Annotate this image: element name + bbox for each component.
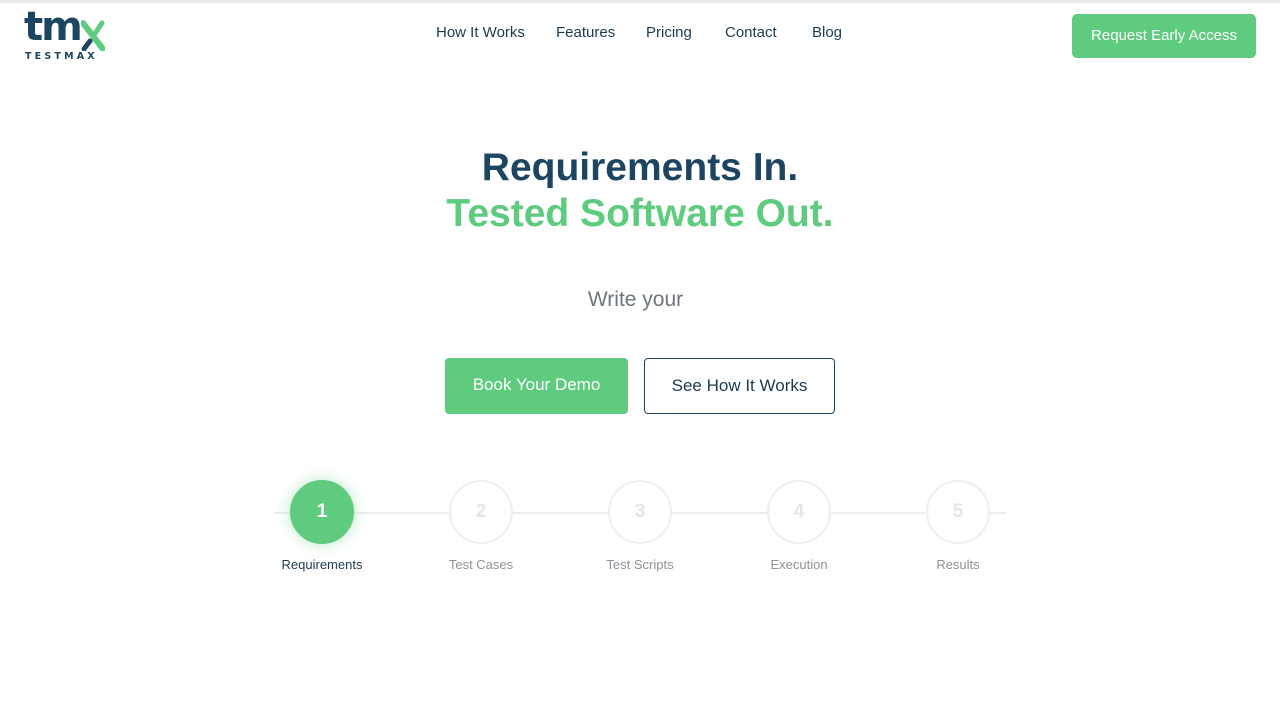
step-1-label: Requirements (281, 557, 363, 572)
step-2-label: Test Cases (448, 557, 514, 572)
logo-wordmark: TESTMAX (25, 51, 98, 62)
logo-x-icon (81, 20, 105, 51)
step-4-circle[interactable]: 4 (767, 480, 831, 544)
nav-features[interactable]: Features (556, 24, 615, 44)
hero-headline-line-2: Tested Software Out. (446, 192, 834, 235)
top-rule (0, 0, 1280, 3)
logo-mark: tm (24, 4, 83, 50)
nav-pricing[interactable]: Pricing (646, 24, 692, 44)
nav-how-it-works[interactable]: How It Works (436, 24, 525, 44)
step-3-label: Test Scripts (606, 557, 674, 572)
nav-blog[interactable]: Blog (812, 24, 842, 44)
hero-headline-line-1: Requirements In. (481, 146, 799, 189)
step-4-label: Execution (770, 557, 828, 572)
step-5-label: Results (936, 557, 980, 572)
hero-subtitle: Write your (587, 288, 684, 311)
request-early-access-button[interactable]: Request Early Access (1072, 14, 1256, 58)
book-demo-button[interactable]: Book Your Demo (445, 358, 628, 414)
step-5-circle[interactable]: 5 (926, 480, 990, 544)
step-1-circle[interactable]: 1 (290, 480, 354, 544)
step-2-circle[interactable]: 2 (449, 480, 513, 544)
nav-contact[interactable]: Contact (725, 24, 777, 44)
testmax-logo[interactable]: tm TESTMAX (24, 5, 108, 63)
step-3-circle[interactable]: 3 (608, 480, 672, 544)
see-how-it-works-button[interactable]: See How It Works (644, 358, 835, 414)
